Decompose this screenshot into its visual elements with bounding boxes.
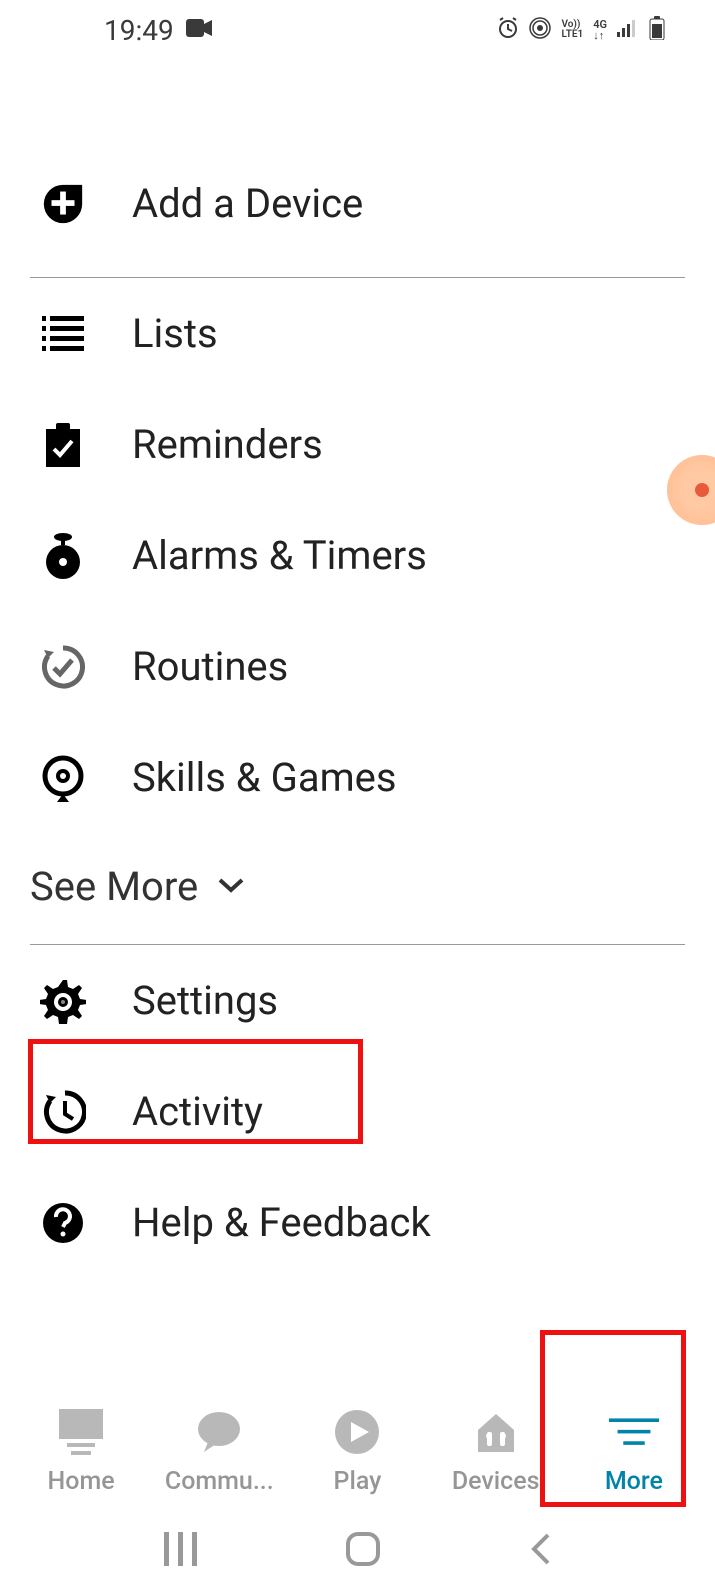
network-4g-icon: 4G↓↑ bbox=[593, 19, 607, 41]
clipboard-check-icon bbox=[40, 422, 86, 468]
more-menu-icon bbox=[609, 1407, 659, 1457]
menu-item-settings[interactable]: Settings bbox=[30, 945, 685, 1056]
menu-item-routines[interactable]: Routines bbox=[30, 611, 685, 722]
bottom-nav: Home Commu... Play Devices More bbox=[0, 1381, 715, 1511]
reminders-label: Reminders bbox=[132, 421, 323, 468]
chevron-down-icon bbox=[216, 876, 246, 898]
status-right: Vo))LTE1 4G↓↑ bbox=[497, 16, 665, 44]
skills-icon bbox=[40, 755, 86, 801]
alarms-label: Alarms & Timers bbox=[132, 532, 427, 579]
history-icon bbox=[40, 1089, 86, 1135]
activity-label: Activity bbox=[132, 1088, 263, 1135]
record-dot-icon bbox=[695, 483, 709, 497]
hotspot-icon bbox=[529, 17, 551, 43]
status-left: 19:49 bbox=[104, 14, 212, 47]
skills-label: Skills & Games bbox=[132, 754, 397, 801]
signal-icon bbox=[617, 19, 639, 41]
nav-devices-label: Devices bbox=[452, 1467, 540, 1496]
recents-button[interactable] bbox=[164, 1532, 198, 1570]
menu-item-activity[interactable]: Activity bbox=[30, 1056, 685, 1167]
devices-icon bbox=[471, 1407, 521, 1457]
back-button[interactable] bbox=[528, 1531, 552, 1571]
nav-more-label: More bbox=[605, 1467, 663, 1496]
menu-item-alarms[interactable]: Alarms & Timers bbox=[30, 500, 685, 611]
nav-item-more[interactable]: More bbox=[566, 1407, 701, 1496]
chat-icon bbox=[194, 1407, 244, 1457]
menu-item-add-device[interactable]: Add a Device bbox=[30, 148, 685, 277]
home-icon bbox=[56, 1407, 106, 1457]
help-icon bbox=[40, 1200, 86, 1246]
see-more-toggle[interactable]: See More bbox=[30, 833, 685, 944]
routines-label: Routines bbox=[132, 643, 288, 690]
add-device-label: Add a Device bbox=[132, 180, 363, 227]
see-more-label: See More bbox=[30, 863, 198, 910]
play-icon bbox=[332, 1407, 382, 1457]
android-system-nav bbox=[0, 1511, 715, 1591]
nav-item-communicate[interactable]: Commu... bbox=[152, 1407, 287, 1496]
routines-icon bbox=[40, 644, 86, 690]
gear-icon bbox=[40, 978, 86, 1024]
main-menu: Add a Device Lists Reminders Alarms & Ti… bbox=[0, 60, 715, 1278]
status-time: 19:49 bbox=[104, 14, 174, 47]
menu-item-skills[interactable]: Skills & Games bbox=[30, 722, 685, 833]
camera-icon bbox=[186, 19, 212, 41]
settings-label: Settings bbox=[132, 977, 278, 1024]
nav-communicate-label: Commu... bbox=[165, 1467, 274, 1496]
nav-item-home[interactable]: Home bbox=[14, 1407, 149, 1496]
battery-icon bbox=[649, 16, 665, 44]
lists-label: Lists bbox=[132, 310, 218, 357]
add-plus-icon bbox=[40, 181, 86, 227]
status-bar: 19:49 Vo))LTE1 4G↓↑ bbox=[0, 0, 715, 60]
nav-item-play[interactable]: Play bbox=[290, 1407, 425, 1496]
menu-item-reminders[interactable]: Reminders bbox=[30, 389, 685, 500]
nav-home-label: Home bbox=[48, 1467, 115, 1496]
list-icon bbox=[40, 311, 86, 357]
help-label: Help & Feedback bbox=[132, 1199, 431, 1246]
alarm-clock-icon bbox=[40, 533, 86, 579]
nav-play-label: Play bbox=[334, 1467, 382, 1496]
alarm-icon bbox=[497, 17, 519, 43]
nav-item-devices[interactable]: Devices bbox=[428, 1407, 563, 1496]
volte-icon: Vo))LTE1 bbox=[561, 20, 583, 40]
home-button[interactable] bbox=[345, 1531, 381, 1571]
menu-item-lists[interactable]: Lists bbox=[30, 278, 685, 389]
menu-item-help[interactable]: Help & Feedback bbox=[30, 1167, 685, 1278]
